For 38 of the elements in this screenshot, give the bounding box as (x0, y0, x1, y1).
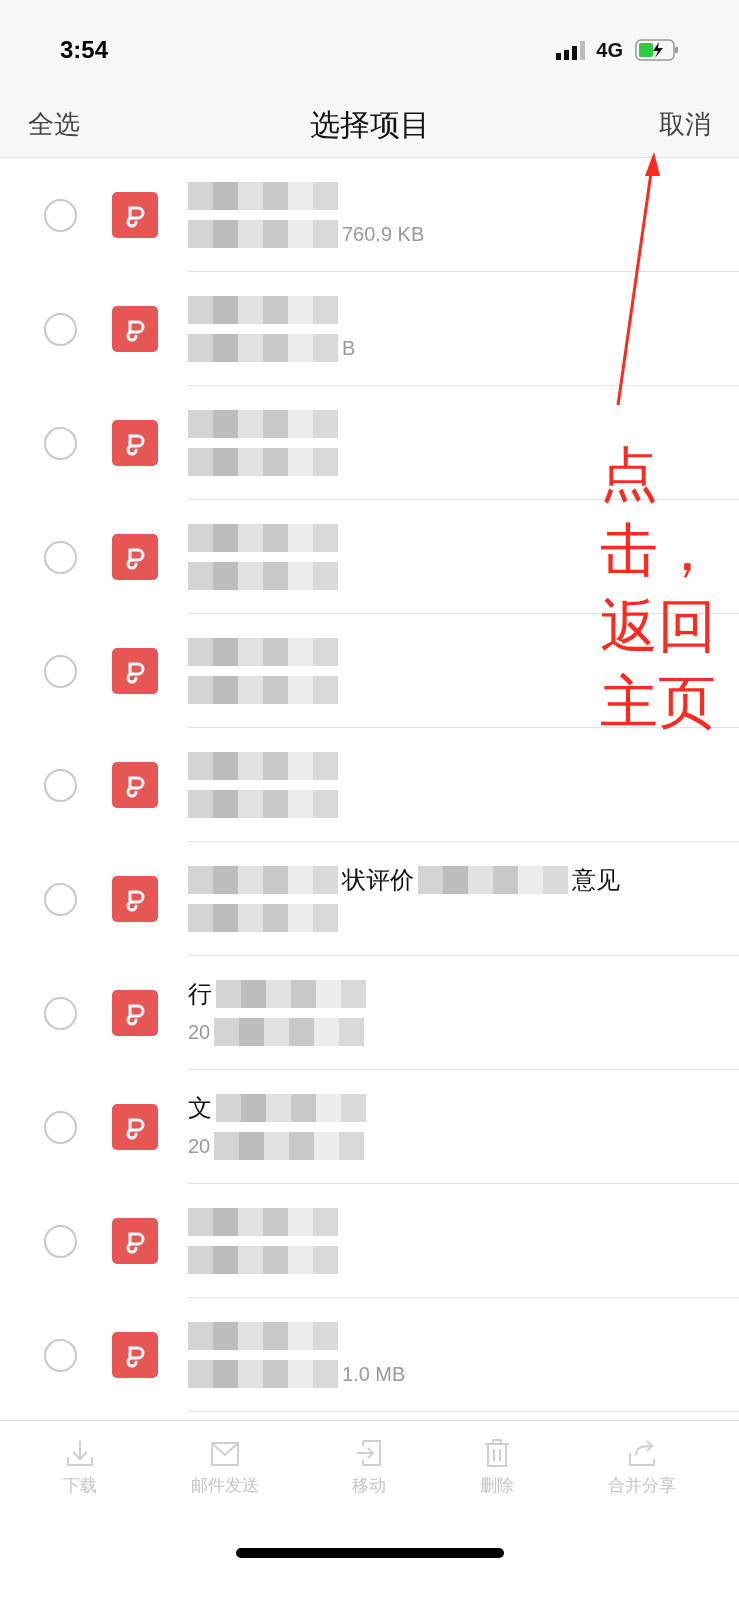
radio-button[interactable] (44, 654, 77, 688)
file-text: 1.0 MB (342, 1361, 406, 1387)
radio-button[interactable] (44, 882, 77, 916)
file-icon (112, 876, 158, 922)
page-title: 选择项目 (309, 107, 430, 143)
radio-button[interactable] (44, 198, 77, 232)
file-text: 意见 (572, 864, 620, 895)
radio-button[interactable] (44, 1224, 77, 1258)
file-text: 文 (188, 1092, 212, 1123)
file-icon (112, 192, 158, 238)
file-icon (112, 420, 158, 466)
radio-button[interactable] (44, 426, 77, 460)
radio-button[interactable] (44, 1338, 77, 1372)
file-text: 20 (188, 1019, 211, 1045)
file-icon (112, 1218, 158, 1264)
file-icon (112, 1104, 158, 1150)
battery-icon (635, 39, 679, 61)
file-text: B (342, 335, 356, 361)
radio-button[interactable] (44, 312, 77, 346)
cancel-button[interactable]: 取消 (659, 105, 711, 144)
radio-button[interactable] (44, 540, 77, 574)
radio-button[interactable] (44, 1110, 77, 1144)
radio-button[interactable] (44, 996, 77, 1030)
file-icon (112, 990, 158, 1036)
file-icon (112, 648, 158, 694)
file-text: 行 (188, 978, 212, 1009)
annotation-text: 点 击， 返回 主页 (600, 440, 716, 736)
file-text: 状评价 (342, 864, 414, 895)
radio-button[interactable] (44, 768, 77, 802)
file-icon (112, 762, 158, 808)
file-icon (112, 534, 158, 580)
select-all-button[interactable]: 全选 (28, 105, 80, 144)
file-icon (112, 306, 158, 352)
status-time: 3:54 (60, 35, 109, 65)
file-text: 760.9 KB (342, 221, 425, 247)
network-label: 4G (596, 38, 623, 63)
file-icon (112, 1332, 158, 1378)
file-text: 20 (188, 1133, 211, 1159)
